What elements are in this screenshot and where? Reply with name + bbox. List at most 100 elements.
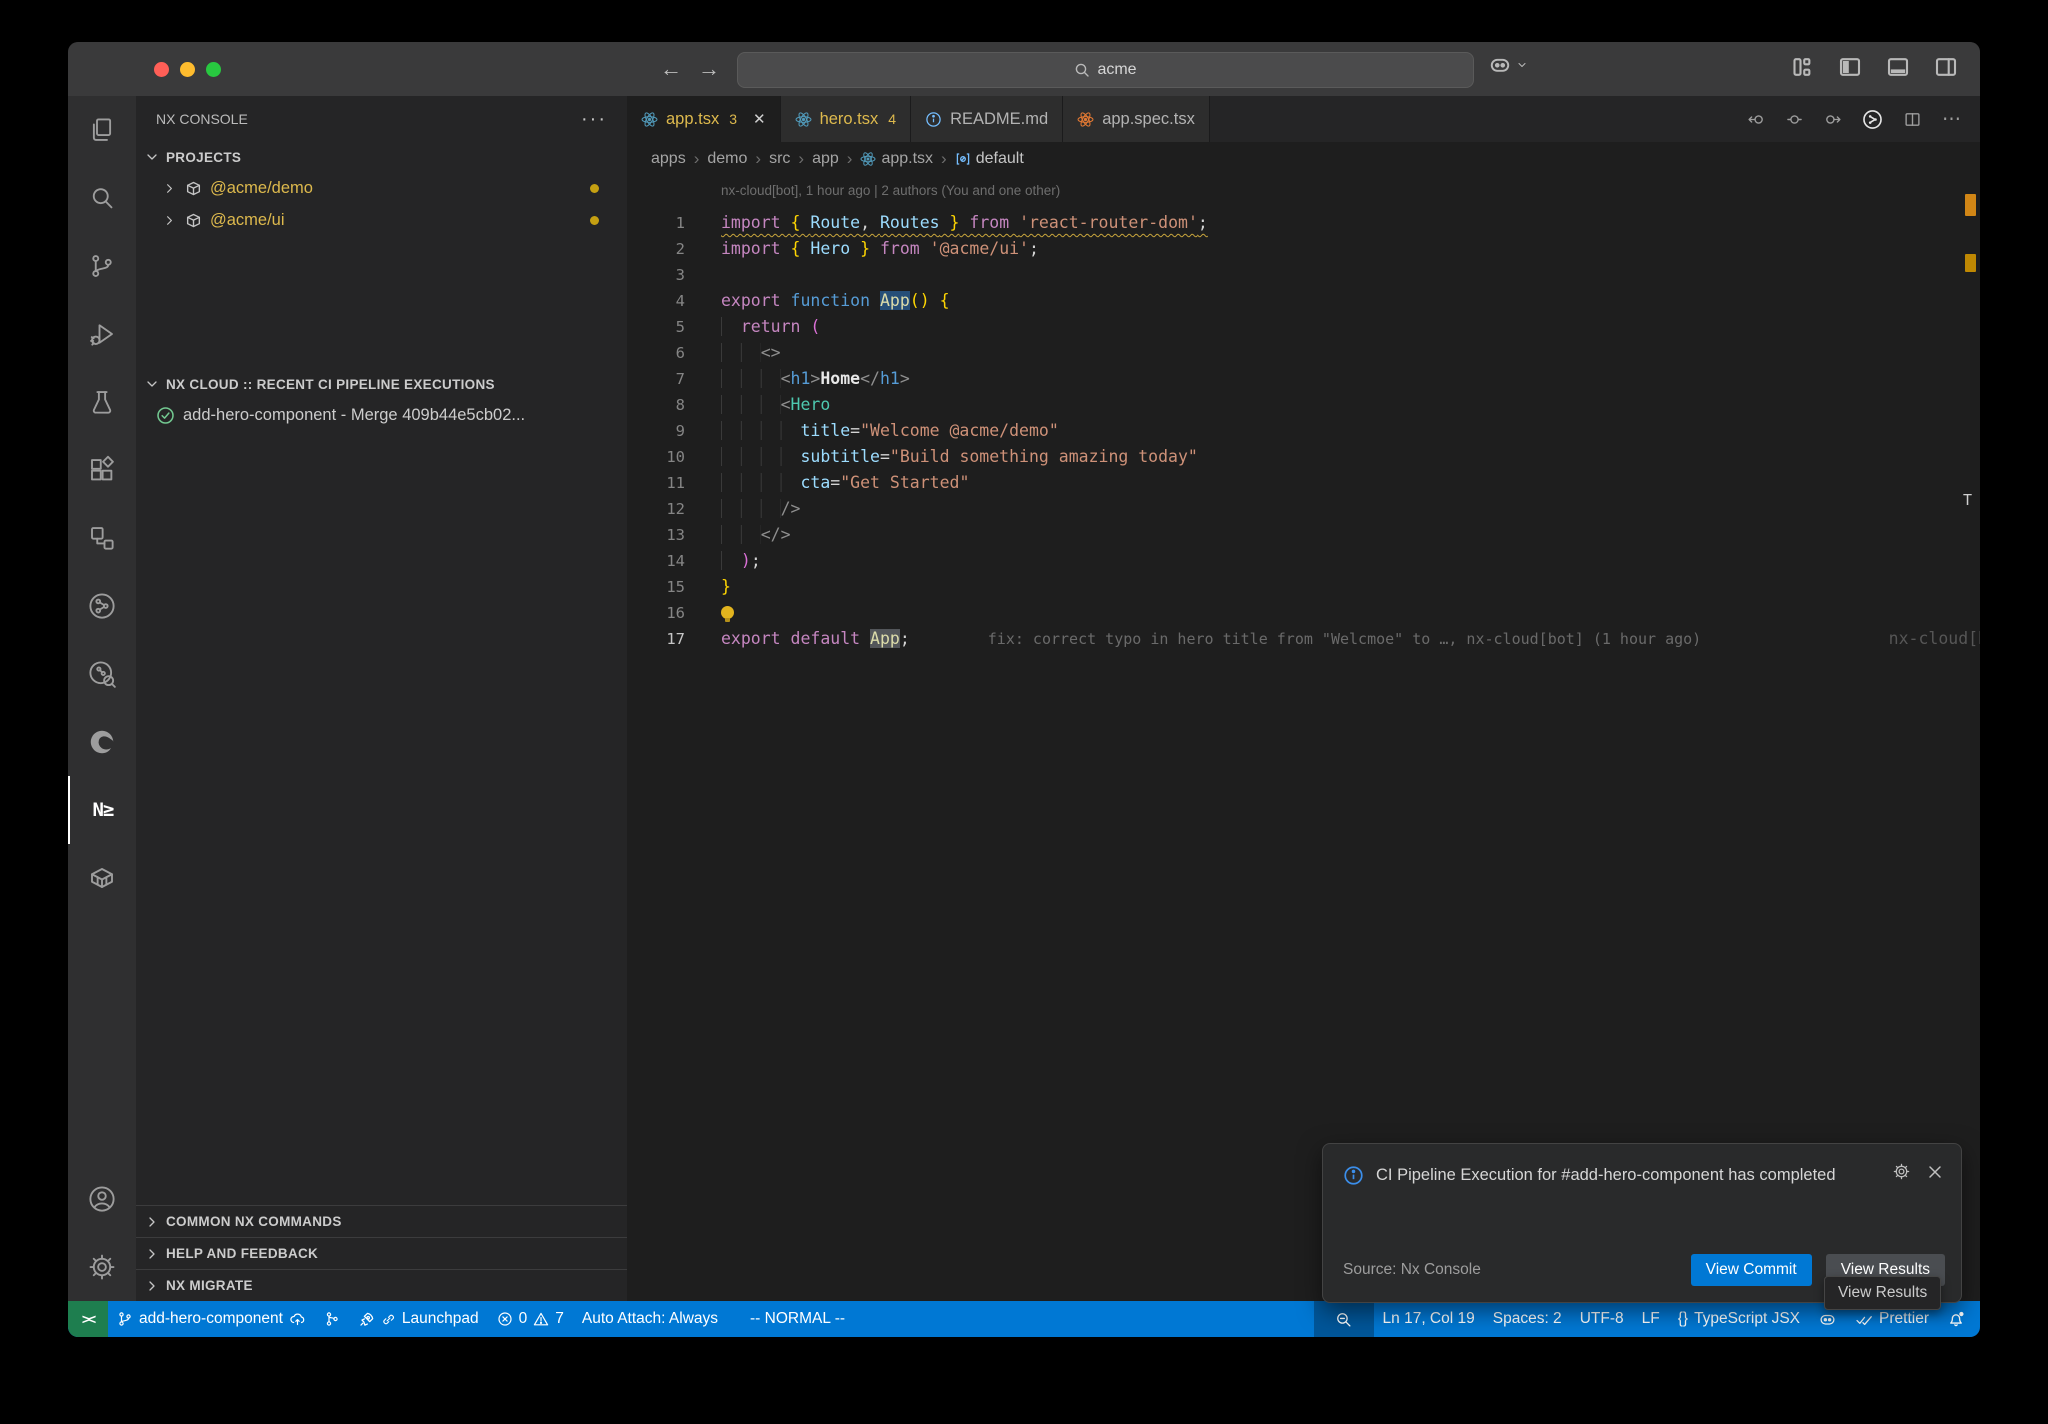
launchpad-item[interactable]: Launchpad [349, 1301, 488, 1337]
tab-app-spec-tsx[interactable]: app.spec.tsx [1063, 96, 1210, 142]
toggle-secondary-sidebar-icon[interactable] [1934, 55, 1958, 79]
maximize-window-button[interactable] [206, 62, 221, 77]
extensions-icon[interactable] [68, 436, 136, 504]
git-graph-item[interactable] [315, 1301, 349, 1337]
code-line[interactable]: 8 <Hero [627, 392, 1980, 418]
history-back-icon[interactable]: ← [660, 55, 682, 83]
account-icon[interactable] [68, 1165, 136, 1233]
breadcrumb-file[interactable]: app.tsx [860, 150, 933, 168]
eol-item[interactable]: LF [1633, 1301, 1669, 1337]
code-line[interactable]: 2import { Hero } from '@acme/ui'; [627, 236, 1980, 262]
source-control-icon[interactable] [68, 232, 136, 300]
code-text: subtitle="Build something amazing today" [721, 444, 1198, 470]
nx-cloud-graph-icon[interactable] [68, 572, 136, 640]
run-debug-icon[interactable] [68, 300, 136, 368]
references-icon[interactable] [68, 504, 136, 572]
copilot-menu[interactable] [1488, 54, 1528, 76]
git-graph-icon [324, 1311, 340, 1327]
breadcrumb-src[interactable]: src [769, 150, 790, 168]
line-number: 5 [627, 314, 685, 340]
code-line[interactable]: 5 return ( [627, 314, 1980, 340]
section-help-and-feedback[interactable]: HELP AND FEEDBACK [136, 1237, 627, 1269]
project-acme-demo[interactable]: @acme/demo [136, 172, 627, 204]
customize-layout-icon[interactable] [1790, 55, 1814, 79]
line-number: 1 [627, 210, 685, 236]
code-line[interactable]: 10 subtitle="Build something amazing tod… [627, 444, 1980, 470]
testing-icon[interactable] [68, 368, 136, 436]
breadcrumb-symbol-default[interactable]: default [955, 150, 1024, 168]
toggle-sidebar-icon[interactable] [1838, 55, 1862, 79]
code-line[interactable]: 11 cta="Get Started" [627, 470, 1980, 496]
encoding-item[interactable]: UTF-8 [1571, 1301, 1633, 1337]
code-line[interactable]: 17export default App;fix: correct typo i… [627, 626, 1980, 652]
code-line[interactable]: 6 <> [627, 340, 1980, 366]
auto-attach-item[interactable]: Auto Attach: Always [573, 1301, 727, 1337]
lightbulb-icon[interactable] [721, 606, 734, 619]
edge-browser-icon[interactable] [68, 708, 136, 776]
info-icon [1343, 1165, 1364, 1186]
indentation-item[interactable]: Spaces: 2 [1484, 1301, 1571, 1337]
view-commit-button[interactable]: View Commit [1691, 1254, 1812, 1286]
tab-hero-tsx[interactable]: hero.tsx 4 [781, 96, 912, 142]
code-line[interactable]: 3 [627, 262, 1980, 288]
close-icon[interactable]: ✕ [753, 110, 766, 128]
code-line[interactable]: 1import { Route, Routes } from 'react-ro… [627, 210, 1980, 236]
git-branch-item[interactable]: add-hero-component [108, 1301, 315, 1337]
code-line[interactable]: 13 </> [627, 522, 1980, 548]
notifications-bell-icon[interactable] [1938, 1301, 1974, 1337]
history-forward-icon[interactable]: → [698, 55, 720, 83]
check-circle-icon [156, 406, 175, 425]
command-center-search[interactable]: acme [737, 52, 1474, 88]
nx-console-icon[interactable]: N≥ [68, 776, 136, 844]
toggle-panel-icon[interactable] [1886, 55, 1910, 79]
breadcrumb-app[interactable]: app [812, 150, 839, 168]
section-common-nx-commands[interactable]: COMMON NX COMMANDS [136, 1205, 627, 1237]
code-line[interactable]: 16 [627, 600, 1980, 626]
containers-icon[interactable] [68, 844, 136, 912]
run-ci-icon[interactable] [1862, 109, 1883, 130]
split-editor-icon[interactable] [1903, 111, 1922, 128]
section-projects[interactable]: PROJECTS [136, 142, 627, 172]
minimize-window-button[interactable] [180, 62, 195, 77]
cursor-position-item[interactable]: Ln 17, Col 19 [1374, 1301, 1484, 1337]
line-number: 16 [627, 600, 685, 626]
more-actions-icon[interactable]: ⋯ [1942, 108, 1962, 131]
tab-readme-md[interactable]: README.md [911, 96, 1063, 142]
vim-mode-item[interactable]: -- NORMAL -- [741, 1301, 854, 1337]
nav-forward-icon[interactable] [1823, 111, 1842, 128]
close-window-button[interactable] [154, 62, 169, 77]
line-number: 4 [627, 288, 685, 314]
code-text: export default App;fix: correct typo in … [721, 626, 1701, 652]
remote-indicator[interactable]: >< [68, 1301, 108, 1337]
tab-app-tsx[interactable]: app.tsx 3 ✕ [627, 96, 781, 142]
code-text: </> [721, 522, 791, 548]
gear-icon[interactable] [1892, 1162, 1911, 1181]
breadcrumb-apps[interactable]: apps [651, 150, 686, 168]
close-icon[interactable] [1927, 1164, 1943, 1180]
code-line[interactable]: 14 ); [627, 548, 1980, 574]
overview-ruler-mark [1965, 254, 1976, 272]
breadcrumb-demo[interactable]: demo [707, 150, 747, 168]
nav-back-icon[interactable] [1747, 111, 1766, 128]
settings-gear-icon[interactable] [68, 1233, 136, 1301]
nav-current-icon[interactable] [1786, 111, 1803, 128]
sidebar-more-actions-icon[interactable]: ··· [581, 108, 607, 131]
section-nx-cloud[interactable]: NX CLOUD :: RECENT CI PIPELINE EXECUTION… [136, 369, 627, 399]
problems-item[interactable]: 0 7 [488, 1301, 573, 1337]
explorer-icon[interactable] [68, 96, 136, 164]
code-line[interactable]: 12 /> [627, 496, 1980, 522]
code-line[interactable]: 15} [627, 574, 1980, 600]
zoom-indicator[interactable] [1314, 1301, 1374, 1337]
code-line[interactable]: 4export function App() { [627, 288, 1980, 314]
code-line[interactable]: 7 <h1>Home</h1> [627, 366, 1980, 392]
code-editor[interactable]: nx-cloud[bot], 1 hour ago | 2 authors (Y… [627, 176, 1980, 1301]
search-value: acme [1097, 61, 1136, 79]
language-mode-item[interactable]: {} TypeScript JSX [1669, 1301, 1809, 1337]
graph-search-icon[interactable] [68, 640, 136, 708]
react-icon [860, 151, 876, 167]
section-nx-migrate[interactable]: NX MIGRATE [136, 1269, 627, 1301]
code-line[interactable]: 9 title="Welcome @acme/demo" [627, 418, 1980, 444]
pipeline-execution-item[interactable]: add-hero-component - Merge 409b44e5cb02.… [136, 399, 627, 431]
project-acme-ui[interactable]: @acme/ui [136, 204, 627, 236]
search-icon[interactable] [68, 164, 136, 232]
